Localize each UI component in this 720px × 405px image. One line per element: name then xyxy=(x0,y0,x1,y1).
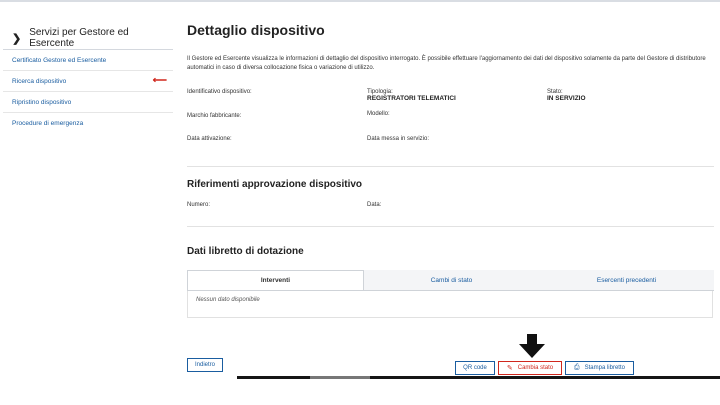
tipologia-field: Tipologia: REGISTRATORI TELEMATICI xyxy=(367,89,456,102)
qr-code-button[interactable]: QR code xyxy=(455,361,495,375)
attivazione-field: Data attivazione: xyxy=(187,136,232,142)
sidebar-header-label: Servizi per Gestore ed Esercente xyxy=(29,27,129,49)
numero-label: Numero: xyxy=(187,202,211,208)
tab-esercenti-precedenti[interactable]: Esercenti precedenti xyxy=(539,270,714,290)
page-intro: Il Gestore ed Esercente visualizza le in… xyxy=(187,56,706,71)
divider xyxy=(187,226,714,227)
sidebar-item-certificato[interactable]: Certificato Gestore ed Esercente xyxy=(3,50,173,71)
arrow-down-icon xyxy=(519,334,545,358)
libretto-title: Dati libretto di dotazione xyxy=(187,246,304,257)
back-button[interactable]: Indietro xyxy=(187,358,223,372)
change-state-button[interactable]: ✎ Cambia stato xyxy=(498,361,562,375)
sidebar-item-ripristino-dispositivo[interactable]: Ripristino dispositivo xyxy=(3,92,173,113)
tab-interventi[interactable]: Interventi xyxy=(187,270,364,290)
libretto-empty-message: Nessun dato disponibile xyxy=(187,291,713,318)
marchio-label: Marchio fabbricante: xyxy=(187,113,242,119)
data-field: Data: xyxy=(367,202,381,208)
identificativo-field: Identificativo dispositivo: xyxy=(187,89,252,95)
print-booklet-button[interactable]: ⎙ Stampa libretto xyxy=(565,361,634,375)
messa-servizio-label: Data messa in servizio: xyxy=(367,136,430,142)
stato-field: Stato: IN SERVIZIO xyxy=(547,89,586,102)
tab-cambi-di-stato[interactable]: Cambi di stato xyxy=(364,270,539,290)
approvazione-title: Riferimenti approvazione dispositivo xyxy=(187,179,363,190)
tipologia-value: REGISTRATORI TELEMATICI xyxy=(367,95,456,102)
top-border xyxy=(0,0,720,2)
edit-icon: ✎ xyxy=(506,365,513,372)
data-label: Data: xyxy=(367,202,382,208)
scrollbar-thumb[interactable] xyxy=(310,376,370,379)
sidebar-item-label: Procedure di emergenza xyxy=(12,119,84,127)
sidebar-item-label: Certificato Gestore ed Esercente xyxy=(12,56,107,64)
page-title: Dettaglio dispositivo xyxy=(187,22,325,38)
stato-value: IN SERVIZIO xyxy=(547,95,586,102)
sidebar: ❯ Servizi per Gestore ed Esercente Certi… xyxy=(3,27,173,133)
messa-servizio-field: Data messa in servizio: xyxy=(367,136,429,142)
libretto-tabs: Interventi Cambi di stato Esercenti prec… xyxy=(187,270,714,291)
sidebar-item-label: Ripristino dispositivo xyxy=(12,98,72,106)
modello-label: Modello: xyxy=(367,111,390,117)
sidebar-item-ricerca-dispositivo[interactable]: Ricerca dispositivo ⟵ xyxy=(3,71,173,92)
chevron-right-icon: ❯ xyxy=(12,32,22,45)
identificativo-label: Identificativo dispositivo: xyxy=(187,89,252,95)
marchio-field: Marchio fabbricante: xyxy=(187,113,241,119)
numero-field: Numero: xyxy=(187,202,210,208)
print-booklet-label: Stampa libretto xyxy=(584,365,625,371)
sidebar-item-procedure-emergenza[interactable]: Procedure di emergenza xyxy=(3,113,173,133)
arrow-left-icon: ⟵ xyxy=(152,75,167,86)
sidebar-header[interactable]: ❯ Servizi per Gestore ed Esercente xyxy=(3,27,173,50)
modello-field: Modello: xyxy=(367,111,390,117)
change-state-label: Cambia stato xyxy=(517,365,554,371)
attivazione-label: Data attivazione: xyxy=(187,136,232,142)
printer-icon: ⎙ xyxy=(574,364,580,371)
divider xyxy=(187,166,714,167)
sidebar-item-label: Ricerca dispositivo xyxy=(12,77,67,85)
